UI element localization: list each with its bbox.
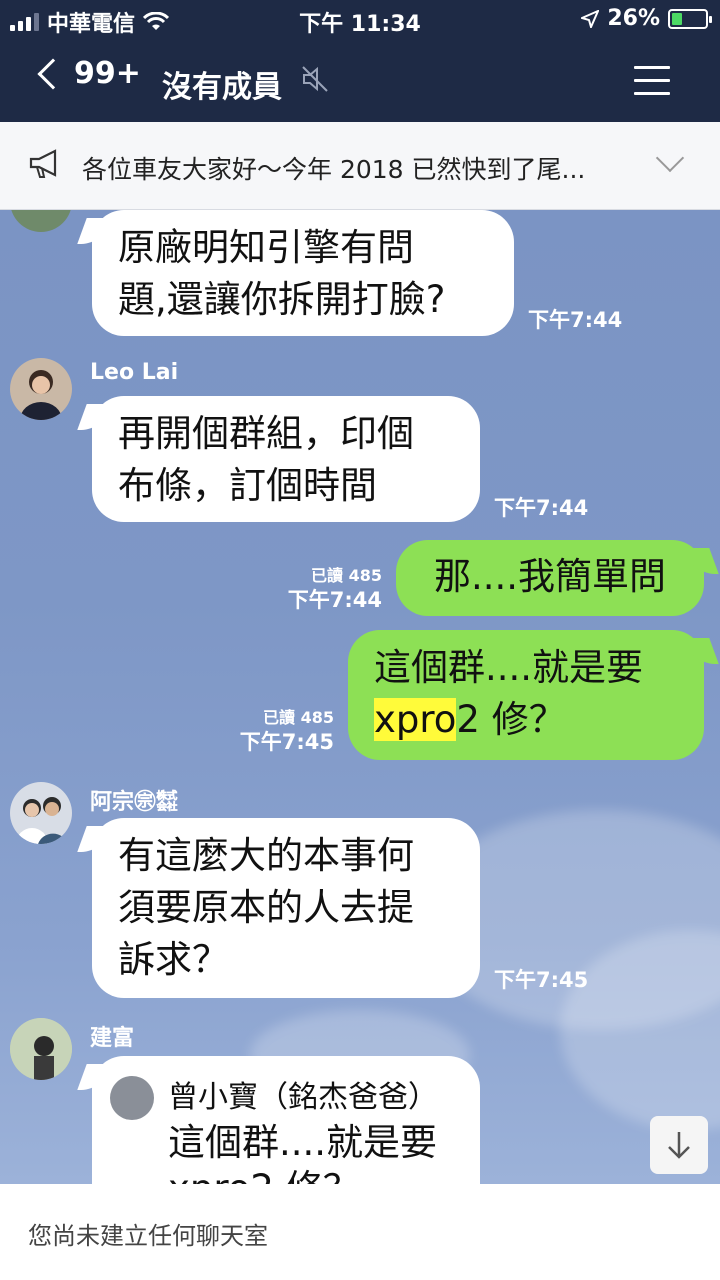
message-line: xpro2 修？	[374, 694, 678, 746]
message-time: 下午7:44	[494, 496, 589, 520]
chevron-down-icon[interactable]	[655, 143, 685, 173]
message-time: 下午7:44	[287, 588, 382, 612]
message-time: 下午7:45	[239, 730, 334, 754]
megaphone-icon	[29, 149, 57, 178]
avatar[interactable]	[10, 1018, 72, 1080]
announcement-bar[interactable]: 各位車友大家好～今年 2018 已然快到了尾...	[0, 122, 720, 210]
message-line: 再開個群組，印個	[118, 412, 414, 455]
bottom-bar: 您尚未建立任何聊天室	[0, 1184, 720, 1280]
reply-sender-name: 曾小寶（銘杰爸爸）	[168, 1080, 438, 1115]
battery-percent: 26%	[607, 6, 660, 31]
highlighted-text: xpro	[374, 698, 457, 741]
message-bubble[interactable]: 這個群....就是要 xpro2 修？	[348, 630, 704, 760]
announcement-text: 各位車友大家好～今年 2018 已然快到了尾...	[82, 155, 586, 184]
message-line: 有這麼大的本事何	[118, 834, 414, 877]
read-receipt: 已讀 485	[263, 708, 334, 727]
arrow-down-icon	[668, 1132, 690, 1159]
back-button[interactable]: 99+	[34, 56, 141, 91]
message-line: 題,還讓你拆開打臉?	[118, 278, 446, 321]
message-bubble[interactable]: 那....我簡單問	[396, 540, 704, 616]
unread-count: 99+	[74, 56, 141, 91]
message-text: 2 修？	[456, 698, 566, 741]
location-icon	[581, 9, 600, 28]
message-bubble[interactable]: 曾小寶（銘杰爸爸） 這個群....就是要 xpro2 修？	[92, 1056, 480, 1184]
message-bubble[interactable]: 再開個群組，印個 布條，訂個時間	[92, 396, 480, 522]
menu-button[interactable]	[634, 66, 670, 105]
sender-name: 阿宗㊪㍿	[90, 790, 179, 815]
message-bubble[interactable]: 有這麼大的本事何 須要原本的人去提 訴求？	[92, 818, 480, 998]
chevron-left-icon	[37, 57, 69, 90]
message-line: 這個群....就是要	[374, 646, 644, 689]
chat-title: 沒有成員	[162, 70, 282, 105]
reply-line: 這個群....就是要	[168, 1121, 438, 1164]
mute-icon	[302, 66, 328, 92]
avatar[interactable]	[10, 358, 72, 420]
reply-line: xpro2 修？	[168, 1166, 462, 1184]
battery-icon	[668, 8, 712, 29]
chat-header: 99+ 沒有成員	[0, 40, 720, 122]
message-line: 原廠明知引擎有問	[118, 226, 414, 269]
chat-area[interactable]: 原廠明知引擎有問 題,還讓你拆開打臉? 下午7:44 Leo Lai 再開個群組…	[0, 210, 720, 1184]
message-line: 須要原本的人去提	[118, 886, 414, 929]
status-bar: 中華電信 下午 11:34 26%	[0, 0, 720, 40]
scroll-to-bottom-button[interactable]	[650, 1116, 708, 1174]
message-time: 下午7:45	[494, 968, 589, 992]
message-line: 訴求？	[118, 938, 229, 981]
message-time: 下午7:44	[528, 308, 623, 332]
message-line: 布條，訂個時間	[118, 464, 377, 507]
avatar[interactable]	[10, 782, 72, 844]
sender-name: 建富	[90, 1026, 135, 1051]
empty-chat-notice: 您尚未建立任何聊天室	[28, 1222, 268, 1250]
read-receipt: 已讀 485	[311, 566, 382, 585]
sender-name: Leo Lai	[90, 360, 179, 385]
message-bubble[interactable]: 原廠明知引擎有問 題,還讓你拆開打臉?	[92, 210, 514, 336]
reply-avatar	[110, 1076, 154, 1120]
avatar[interactable]	[10, 210, 72, 232]
reply-quote[interactable]: 曾小寶（銘杰爸爸）	[110, 1076, 462, 1120]
